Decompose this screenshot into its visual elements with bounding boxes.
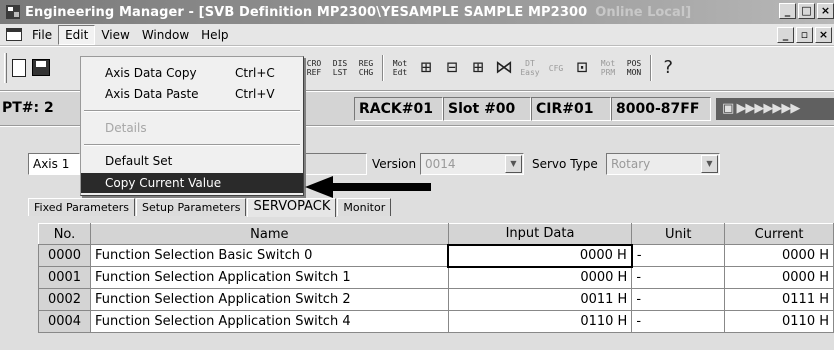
slot-box: Slot #00 bbox=[443, 97, 531, 121]
header-no[interactable]: No. bbox=[38, 223, 91, 245]
motion-prm-icon[interactable]: Mot PRM bbox=[598, 55, 618, 81]
table-row: 0000 Function Selection Basic Switch 0 0… bbox=[38, 243, 834, 268]
tab-fixed-parameters[interactable]: Fixed Parameters bbox=[28, 198, 135, 216]
menu-item-details[interactable]: Details bbox=[81, 118, 303, 138]
row-name: Function Selection Application Switch 1 bbox=[89, 266, 449, 289]
module-icon[interactable]: ⊡ bbox=[572, 55, 592, 81]
chevron-down-icon: ▼ bbox=[701, 155, 718, 173]
row-input-data[interactable]: 0011 H bbox=[447, 288, 633, 311]
menu-file[interactable]: File bbox=[26, 26, 58, 44]
child-close-button[interactable]: × bbox=[815, 27, 832, 43]
title-bar: Engineering Manager - [SVB Definition MP… bbox=[0, 0, 834, 24]
help-icon[interactable]: ? bbox=[658, 55, 678, 81]
cir-box: CIR#01 bbox=[531, 97, 611, 121]
row-current: 0000 H bbox=[724, 244, 834, 267]
minimize-button[interactable]: _ bbox=[779, 3, 796, 19]
app-icon bbox=[6, 5, 20, 19]
row-current: 0000 H bbox=[724, 266, 834, 289]
grid-icon-1[interactable]: ⊞ bbox=[416, 55, 436, 81]
tab-servopack[interactable]: SERVOPACK bbox=[247, 198, 337, 217]
motion-edit-icon[interactable]: Mot Edt bbox=[390, 55, 410, 81]
row-input-data[interactable]: 0000 H bbox=[447, 243, 633, 268]
cfg-icon[interactable]: CFG bbox=[546, 55, 566, 81]
table-row: 0004 Function Selection Application Swit… bbox=[38, 310, 834, 333]
row-unit: - bbox=[631, 288, 726, 311]
row-number[interactable]: 0004 bbox=[38, 310, 91, 333]
menu-help[interactable]: Help bbox=[195, 26, 234, 44]
rack-box: RACK#01 bbox=[354, 97, 443, 121]
menu-separator bbox=[84, 144, 300, 146]
table-row: 0002 Function Selection Application Swit… bbox=[38, 288, 834, 311]
tab-bar: Fixed Parameters Setup Parameters SERVOP… bbox=[28, 197, 392, 217]
row-unit: - bbox=[631, 244, 726, 267]
row-name: Function Selection Basic Switch 0 bbox=[89, 244, 449, 267]
address-box: 8000-87FF bbox=[611, 97, 711, 121]
document-icon[interactable] bbox=[6, 28, 22, 41]
row-unit: - bbox=[631, 310, 726, 333]
menu-edit[interactable]: Edit bbox=[58, 24, 96, 45]
tab-monitor[interactable]: Monitor bbox=[337, 198, 392, 216]
regchg-icon[interactable]: REG CHG bbox=[356, 55, 376, 81]
menu-separator bbox=[84, 110, 300, 112]
table-header-row: No. Name Input Data Unit Current bbox=[38, 223, 834, 245]
status-indicator: ▣ ▶▶▶▶▶▶▶ bbox=[716, 98, 834, 120]
header-input-data[interactable]: Input Data bbox=[447, 223, 633, 245]
table-row: 0001 Function Selection Application Swit… bbox=[38, 266, 834, 289]
version-select[interactable]: 0014 ▼ bbox=[420, 153, 524, 175]
dt-easy-icon[interactable]: DT Easy bbox=[520, 55, 540, 81]
tab-setup-parameters[interactable]: Setup Parameters bbox=[135, 198, 247, 216]
menu-view[interactable]: View bbox=[95, 26, 135, 44]
header-unit[interactable]: Unit bbox=[631, 223, 726, 245]
row-input-data[interactable]: 0110 H bbox=[447, 310, 633, 333]
row-unit: - bbox=[631, 266, 726, 289]
row-name: Function Selection Application Switch 4 bbox=[89, 310, 449, 333]
annotation-arrow-icon bbox=[305, 176, 431, 198]
child-minimize-button[interactable]: _ bbox=[777, 27, 794, 43]
row-number[interactable]: 0001 bbox=[38, 266, 91, 289]
monitor-icon: ▣ bbox=[722, 101, 734, 116]
grid-icon-2[interactable]: ⊟ bbox=[442, 55, 462, 81]
new-document-icon[interactable] bbox=[12, 59, 26, 77]
toolbar-separator bbox=[382, 55, 384, 81]
header-current[interactable]: Current bbox=[724, 223, 834, 245]
window-status: Online Local] bbox=[595, 4, 692, 20]
toolbar-separator bbox=[650, 55, 652, 81]
row-number[interactable]: 0002 bbox=[38, 288, 91, 311]
dislist-icon[interactable]: DIS LST bbox=[330, 55, 350, 81]
edit-menu-dropdown: Axis Data Copy Ctrl+C Axis Data Paste Ct… bbox=[80, 56, 304, 196]
axis-select[interactable]: Axis 1 bbox=[28, 153, 80, 175]
menu-window[interactable]: Window bbox=[136, 26, 195, 44]
trace-icon[interactable]: ⋈ bbox=[494, 55, 514, 81]
row-name: Function Selection Application Switch 2 bbox=[89, 288, 449, 311]
parameter-table: No. Name Input Data Unit Current 0000 Fu… bbox=[38, 223, 834, 333]
window-title: Engineering Manager - [SVB Definition MP… bbox=[25, 4, 588, 20]
menu-item-default-set[interactable]: Default Set bbox=[81, 151, 303, 171]
servo-type-label: Servo Type bbox=[532, 157, 598, 171]
pt-label: PT#: 2 bbox=[2, 100, 54, 116]
header-name[interactable]: Name bbox=[89, 223, 449, 245]
menu-item-copy-current-value[interactable]: Copy Current Value bbox=[81, 173, 303, 193]
row-number[interactable]: 0000 bbox=[38, 244, 91, 267]
child-restore-button[interactable]: ▫ bbox=[796, 27, 813, 43]
chevron-down-icon: ▼ bbox=[505, 155, 522, 173]
save-icon[interactable] bbox=[32, 59, 50, 76]
menu-item-axis-data-paste[interactable]: Axis Data Paste Ctrl+V bbox=[81, 84, 303, 104]
servo-type-select[interactable]: Rotary ▼ bbox=[606, 153, 720, 175]
pos-mon-icon[interactable]: POS MON bbox=[624, 55, 644, 81]
grid-icon-3[interactable]: ⊞ bbox=[468, 55, 488, 81]
close-button[interactable]: × bbox=[817, 3, 834, 19]
maximize-button[interactable]: □ bbox=[798, 3, 815, 19]
row-input-data[interactable]: 0000 H bbox=[447, 266, 633, 289]
crossref-icon[interactable]: CRO REF bbox=[304, 55, 324, 81]
row-current: 0110 H bbox=[724, 310, 834, 333]
toolbar-grip[interactable] bbox=[4, 53, 7, 83]
menu-bar: File Edit View Window Help _ ▫ × bbox=[0, 24, 834, 46]
row-current: 0111 H bbox=[724, 288, 834, 311]
axis-name-field[interactable] bbox=[303, 153, 367, 175]
menu-item-axis-data-copy[interactable]: Axis Data Copy Ctrl+C bbox=[81, 63, 303, 83]
version-label: Version bbox=[372, 157, 417, 171]
